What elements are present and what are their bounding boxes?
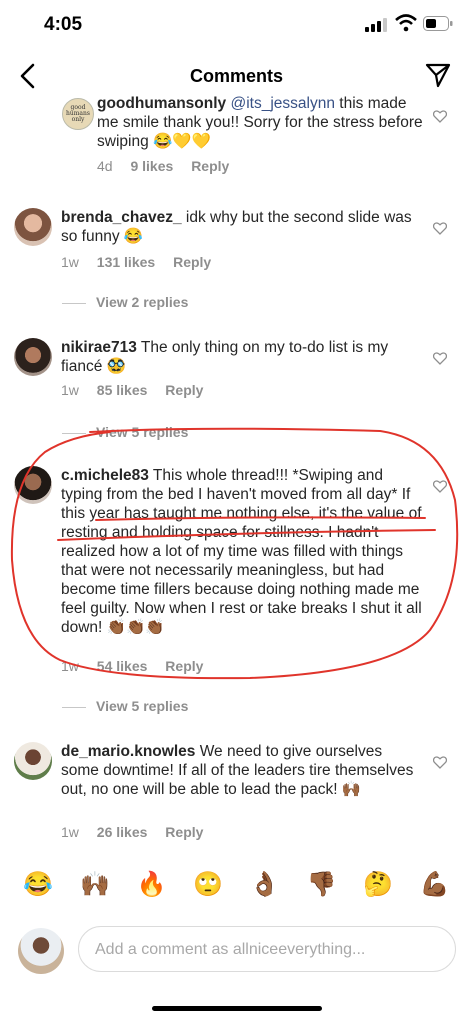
divider-line — [62, 432, 86, 434]
likes-count[interactable]: 85 likes — [97, 382, 148, 398]
direct-message-icon[interactable] — [425, 62, 451, 88]
likes-count[interactable]: 131 likes — [97, 254, 155, 270]
avatar[interactable] — [14, 208, 52, 246]
view-replies-button[interactable]: View 5 replies — [62, 424, 188, 440]
cellular-signal-icon — [365, 18, 387, 32]
comment-meta: 1w 26 likes Reply — [61, 824, 217, 840]
avatar[interactable] — [14, 466, 52, 504]
view-replies-label: View 5 replies — [96, 698, 189, 714]
view-replies-label: View 5 replies — [96, 424, 189, 440]
comment-text: c.michele83 This whole thread!!! *Swipin… — [61, 466, 423, 637]
comment-composer — [0, 922, 473, 980]
comment-age: 1w — [61, 382, 79, 398]
comment-username[interactable]: goodhumansonly — [97, 95, 226, 112]
heart-icon[interactable] — [433, 110, 447, 123]
avatar[interactable]: good humans only — [62, 98, 94, 130]
comment-age: 4d — [97, 158, 113, 174]
comment-age: 1w — [61, 254, 79, 270]
emoji-joy-icon[interactable]: 😂 — [23, 870, 53, 910]
heart-icon[interactable] — [433, 222, 447, 235]
reply-button[interactable]: Reply — [191, 158, 229, 174]
likes-count[interactable]: 9 likes — [130, 158, 173, 174]
emoji-eye-roll-icon[interactable]: 🙄 — [193, 870, 223, 910]
wifi-icon — [395, 14, 417, 32]
comment-age: 1w — [61, 658, 79, 674]
emoji-quick-bar: 😂 🙌🏾 🔥 🙄 👌🏾 👎🏾 🤔 💪🏾 — [0, 870, 473, 910]
heart-icon[interactable] — [433, 480, 447, 493]
header: Comments — [0, 52, 473, 100]
heart-icon[interactable] — [433, 352, 447, 365]
comment-meta: 1w 54 likes Reply — [61, 658, 217, 674]
comment-username[interactable]: de_mario.knowles — [61, 743, 195, 760]
comment: good humans only goodhumansonly @its_jes… — [0, 94, 473, 184]
heart-icon[interactable] — [433, 756, 447, 769]
comment: c.michele83 This whole thread!!! *Swipin… — [0, 464, 473, 674]
status-time: 4:05 — [44, 14, 83, 35]
emoji-fire-icon[interactable]: 🔥 — [137, 870, 167, 910]
emoji-raised-hands-icon[interactable]: 🙌🏾 — [80, 870, 110, 910]
comment-meta: 1w 85 likes Reply — [61, 382, 217, 398]
mention-link[interactable]: @its_jessalynn — [230, 95, 334, 112]
comment-username[interactable]: c.michele83 — [61, 467, 149, 484]
comment: de_mario.knowles We need to give ourselv… — [0, 740, 473, 850]
emoji-flexed-biceps-icon[interactable]: 💪🏾 — [420, 870, 450, 910]
comment-username[interactable]: brenda_chavez_ — [61, 209, 182, 226]
comment-message: This whole thread!!! *Swiping and typing… — [61, 467, 422, 636]
home-indicator — [152, 1006, 322, 1011]
comment-text: brenda_chavez_ idk why but the second sl… — [61, 208, 423, 246]
comment-meta: 1w 131 likes Reply — [61, 254, 225, 270]
reply-button[interactable]: Reply — [165, 658, 203, 674]
comment-text: nikirae713 The only thing on my to-do li… — [61, 338, 423, 376]
comment-meta: 4d 9 likes Reply — [97, 158, 243, 174]
divider-line — [62, 706, 86, 708]
current-user-avatar — [18, 928, 64, 974]
avatar[interactable] — [14, 338, 52, 376]
comment-input-wrapper[interactable] — [78, 926, 456, 972]
reply-button[interactable]: Reply — [165, 382, 203, 398]
likes-count[interactable]: 54 likes — [97, 658, 148, 674]
reply-button[interactable]: Reply — [173, 254, 211, 270]
page-title: Comments — [189, 66, 283, 86]
comment-username[interactable]: nikirae713 — [61, 339, 137, 356]
comment-age: 1w — [61, 824, 79, 840]
avatar[interactable] — [14, 742, 52, 780]
comment: nikirae713 The only thing on my to-do li… — [0, 336, 473, 416]
emoji-thumbs-down-icon[interactable]: 👎🏾 — [306, 870, 336, 910]
reply-button[interactable]: Reply — [165, 824, 203, 840]
status-bar: 4:05 — [0, 0, 473, 50]
comment-text: de_mario.knowles We need to give ourselv… — [61, 742, 423, 799]
emoji-thinking-icon[interactable]: 🤔 — [363, 870, 393, 910]
comment-text: goodhumansonly @its_jessalynn this made … — [97, 94, 423, 151]
likes-count[interactable]: 26 likes — [97, 824, 148, 840]
view-replies-button[interactable]: View 5 replies — [62, 698, 188, 714]
divider-line — [62, 302, 86, 304]
avatar-logo-text: good humans only — [66, 104, 90, 123]
view-replies-label: View 2 replies — [96, 294, 189, 310]
comment-input[interactable] — [93, 937, 437, 963]
view-replies-button[interactable]: View 2 replies — [62, 294, 188, 310]
battery-icon — [423, 16, 453, 31]
emoji-ok-hand-icon[interactable]: 👌🏾 — [250, 870, 280, 910]
